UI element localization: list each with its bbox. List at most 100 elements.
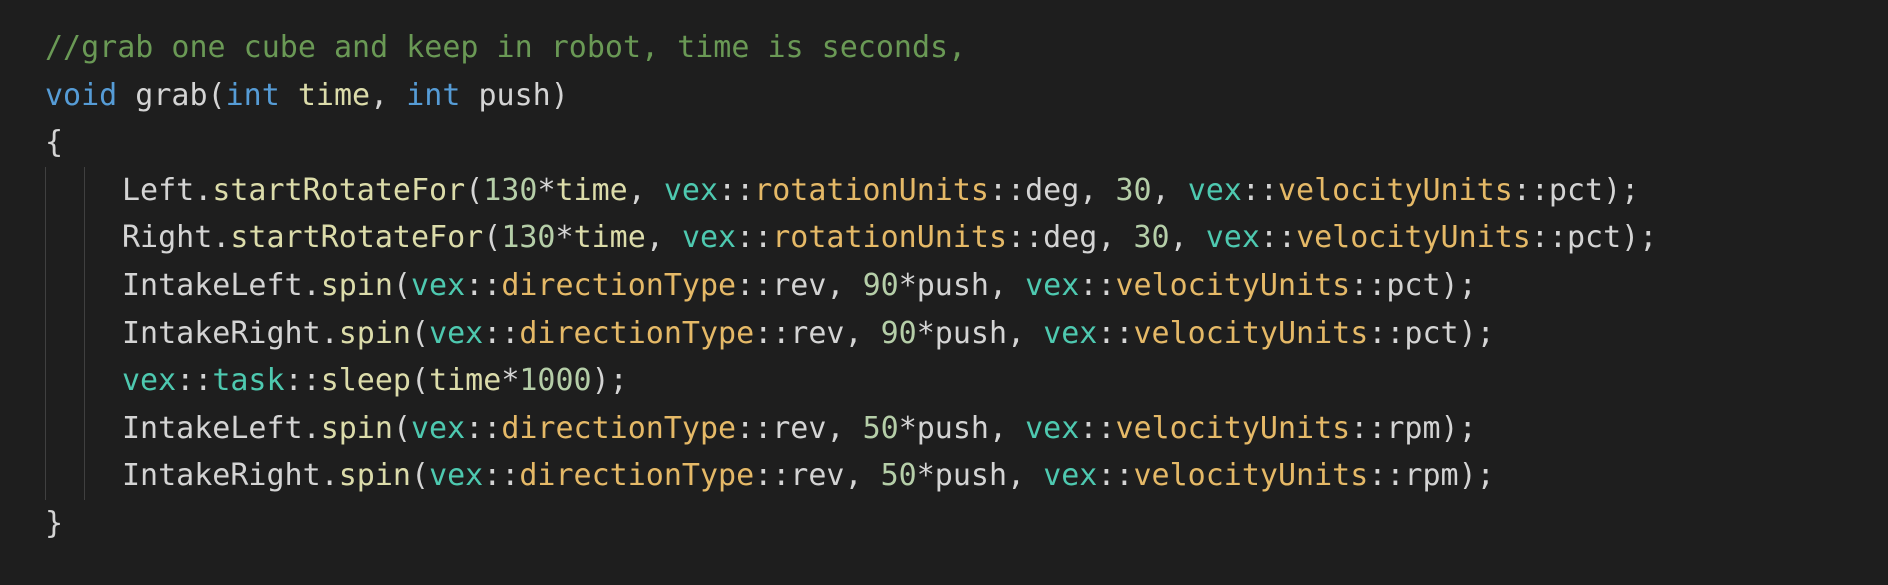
code-token-ns: vex (1043, 458, 1098, 494)
code-token-plain: grab( (117, 77, 226, 113)
code-token-plain: :: (1259, 220, 1297, 256)
code-token-plain: * (555, 220, 574, 256)
code-token-number: 130 (501, 220, 556, 256)
indent-guide (45, 261, 46, 310)
code-line[interactable]: Right.startRotateFor(130*time, vex::rota… (0, 214, 1888, 262)
code-token-plain: :: (736, 220, 773, 256)
indent-guide (45, 214, 46, 262)
code-token-plain: * (537, 172, 556, 208)
code-token-ns: vex (1205, 220, 1260, 256)
code-token-plain: ); (591, 363, 628, 399)
indent-guide (84, 452, 85, 500)
code-token-plain: IntakeLeft. (122, 267, 321, 303)
code-token-plain: ::rpm); (1368, 458, 1495, 494)
code-token-plain: Left. (122, 172, 213, 208)
code-token-plain: :: (1097, 315, 1134, 351)
code-token-plain: :: (1241, 172, 1278, 208)
code-token-keyword: void (45, 77, 118, 113)
code-token-plain: } (45, 505, 64, 541)
code-token-plain: ::pct); (1350, 267, 1477, 303)
code-line[interactable]: vex::task::sleep(time*1000); (0, 357, 1888, 405)
code-token-plain: :: (483, 458, 520, 494)
code-token-plain: ( (411, 363, 430, 399)
code-token-plain: push) (460, 77, 569, 113)
code-token-number: 50 (880, 458, 917, 494)
code-token-ns: vex (411, 410, 466, 446)
code-token-plain: :: (284, 363, 321, 399)
code-token-func: spin (338, 315, 411, 351)
indent-guide (84, 404, 85, 453)
code-token-plain: * (501, 363, 520, 399)
indent-guide (84, 166, 85, 215)
code-token-plain: , (1151, 172, 1188, 208)
code-token-number: 50 (862, 410, 899, 446)
code-token-plain: :: (465, 410, 502, 446)
code-token-ns: vex (1025, 267, 1080, 303)
code-line[interactable]: IntakeLeft.spin(vex::directionType::rev,… (0, 404, 1888, 453)
code-token-plain: ::deg, (989, 172, 1116, 208)
code-token-enum: rotationUnits (772, 220, 1008, 256)
code-token-plain: , (1169, 220, 1206, 256)
code-token-func: time (297, 77, 371, 113)
code-token-func: startRotateFor (230, 220, 484, 256)
code-editor[interactable]: //grab one cube and keep in robot, time … (0, 0, 1888, 585)
code-token-plain: IntakeLeft. (122, 410, 321, 446)
code-token-number: 1000 (519, 363, 592, 399)
code-token-plain: *push, (916, 315, 1044, 351)
indent-guide (45, 452, 46, 500)
code-line[interactable]: IntakeRight.spin(vex::directionType::rev… (0, 452, 1888, 500)
indent-guide (45, 166, 46, 215)
code-token-plain: IntakeRight. (122, 458, 339, 494)
code-token-plain: { (45, 125, 64, 161)
code-token-plain: ::rev, (736, 410, 863, 446)
code-token-number: 130 (483, 172, 538, 208)
code-line[interactable]: //grab one cube and keep in robot, time … (0, 24, 1888, 72)
code-line[interactable]: { (0, 119, 1888, 167)
code-token-ns: vex (663, 172, 719, 208)
code-token-enum: directionType (501, 267, 737, 303)
code-token-plain: , (627, 172, 664, 208)
code-token-func: spin (320, 410, 393, 446)
code-line[interactable]: IntakeLeft.spin(vex::directionType::rev,… (0, 261, 1888, 310)
code-token-comment: //grab one cube and keep in robot, time … (45, 30, 967, 65)
code-token-plain: :: (1079, 410, 1116, 446)
code-token-keyword: int (225, 77, 280, 113)
code-token-plain: , (370, 77, 407, 113)
code-token-plain: :: (465, 267, 502, 303)
code-token-plain: ::rev, (736, 267, 863, 303)
indent-guide (84, 357, 85, 405)
code-token-plain: ( (411, 315, 430, 351)
code-token-keyword: int (406, 77, 461, 113)
code-token-plain: ::rev, (754, 315, 881, 351)
code-token-plain: ( (483, 220, 502, 256)
code-token-plain: ::pct); (1368, 315, 1495, 351)
code-token-ns: vex (429, 315, 484, 351)
code-token-ns: vex (1187, 172, 1242, 208)
indent-guide (84, 309, 85, 358)
code-token-enum: velocityUnits (1133, 458, 1369, 494)
code-token-ns: vex (429, 458, 484, 494)
code-line[interactable]: IntakeRight.spin(vex::directionType::rev… (0, 309, 1888, 358)
code-line[interactable]: } (0, 500, 1888, 548)
code-token-enum: velocityUnits (1278, 172, 1513, 208)
code-token-plain: :: (718, 172, 755, 208)
code-token-plain: , (645, 220, 682, 256)
code-token-plain: :: (483, 315, 520, 351)
code-token-func: time (555, 172, 628, 208)
code-token-plain: Right. (122, 220, 231, 256)
code-token-plain: :: (1079, 267, 1116, 303)
code-line[interactable]: Left.startRotateFor(130*time, vex::rotat… (0, 166, 1888, 215)
code-token-enum: velocityUnits (1296, 220, 1531, 256)
code-token-func: time (429, 363, 502, 399)
code-token-plain: *push, (898, 410, 1026, 446)
code-token-plain: ( (411, 458, 430, 494)
code-token-plain: *push, (916, 458, 1044, 494)
code-token-enum: rotationUnits (754, 172, 989, 208)
code-token-func: sleep (320, 363, 411, 399)
code-token-ns: task (212, 363, 285, 399)
code-line[interactable]: void grab(int time, int push) (0, 72, 1888, 120)
code-token-plain: ::rpm); (1350, 410, 1477, 446)
code-token-plain: ::rev, (754, 458, 881, 494)
code-token-plain: ::pct); (1530, 220, 1658, 256)
